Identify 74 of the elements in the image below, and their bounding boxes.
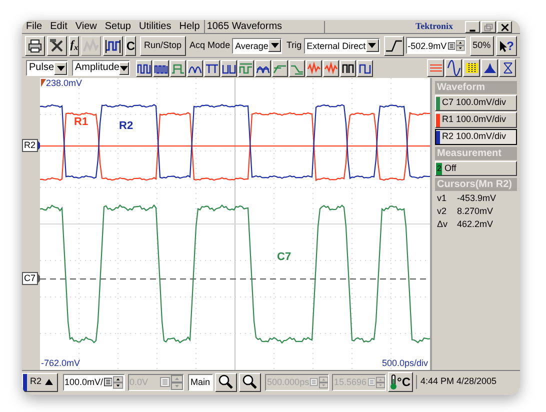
timebase-label: 500.0ps/div xyxy=(382,358,428,369)
dropdown-arrow-icon[interactable] xyxy=(56,66,64,70)
menu-item[interactable]: Help xyxy=(175,20,204,34)
help-button[interactable]: ? xyxy=(496,36,517,56)
select-value: External Direct xyxy=(306,40,366,52)
close-icon[interactable] xyxy=(498,20,511,32)
section-header: Cursors(Mn R2) xyxy=(435,178,517,191)
keypad-icon[interactable] xyxy=(448,40,455,50)
keypad-icon[interactable] xyxy=(104,377,112,387)
select-value: Pulse xyxy=(29,61,54,75)
menu-item[interactable]: Edit xyxy=(46,20,72,34)
color-bar xyxy=(23,374,27,390)
field-value: -502.9mV xyxy=(406,40,447,52)
menu-item[interactable]: View xyxy=(71,20,101,34)
trace-label: C7 xyxy=(277,251,292,263)
cursor-name: Δv xyxy=(437,218,449,230)
waveform-button[interactable]: C7 100.0mV/div xyxy=(435,95,517,111)
acq-mode-label: Acq Mode xyxy=(190,38,230,52)
dropdown-arrow-icon[interactable] xyxy=(368,43,376,48)
dropdown-arrow-icon[interactable] xyxy=(120,66,128,70)
trigger-label: Trig xyxy=(286,38,302,52)
sine-wave-icon[interactable] xyxy=(446,60,460,76)
rising-edge-icon[interactable] xyxy=(384,38,403,52)
section-header: Measurement xyxy=(435,147,517,160)
menu-item[interactable]: File xyxy=(22,20,46,34)
field-value: 100.0mV/ xyxy=(64,376,104,389)
temperature-button[interactable]: °C xyxy=(388,372,412,392)
cursor-markers-icon[interactable] xyxy=(500,60,514,76)
help-glyph: ? xyxy=(506,38,514,54)
cursor-name: v2 xyxy=(437,205,448,217)
channel-marker[interactable]: C7 xyxy=(22,272,38,285)
printer-icon[interactable] xyxy=(26,36,44,54)
math-button[interactable]: f$_{x}$ xyxy=(69,36,80,56)
channel-marker[interactable]: R2 xyxy=(22,139,38,152)
clock-text: 4:44 PM 4/28/2005 xyxy=(416,375,497,389)
channel-button[interactable]: C xyxy=(125,36,136,56)
cursor-value: -453.9mV xyxy=(457,192,496,204)
measurement-badge: 2 xyxy=(436,162,442,174)
pointer-icon xyxy=(498,40,507,52)
measurement-button[interactable]: 2 Off xyxy=(435,161,517,176)
up-arrow-icon xyxy=(44,379,53,385)
section-header: Waveform xyxy=(435,81,517,94)
trigger-level-field[interactable]: -502.9mV xyxy=(406,37,466,54)
select-value: Amplitude xyxy=(75,61,120,75)
menu-item[interactable]: Setup xyxy=(100,20,135,34)
bottom-reference-label: -762.0mV xyxy=(41,358,80,369)
spin-buttons-icon[interactable] xyxy=(113,374,124,390)
run-stop-button[interactable]: Run/Stop xyxy=(140,36,186,56)
thermometer-icon xyxy=(390,374,398,390)
dropdown-arrow-icon[interactable] xyxy=(270,43,279,48)
waveform-button[interactable]: R2 100.0mV/div xyxy=(435,129,517,145)
timebase-mode-field[interactable]: Main xyxy=(188,374,214,390)
magnifier-icon[interactable] xyxy=(218,374,234,390)
cursor-name: v1 xyxy=(437,192,448,204)
brand-logo: Tektronix xyxy=(415,20,453,33)
scale-field[interactable]: 100.0mV/ xyxy=(62,374,125,390)
top-reference-label: 238.0mV xyxy=(46,78,82,89)
measurement-type-select[interactable]: Pulse xyxy=(26,60,68,76)
select-value: Average xyxy=(235,40,268,52)
waveform-button[interactable]: R1 100.0mV/div xyxy=(435,112,517,128)
set-50-percent-button[interactable]: 50% xyxy=(470,36,494,56)
grid-icon[interactable] xyxy=(464,60,478,76)
cursor-value: 462.2mV xyxy=(457,218,494,230)
trace-label: R1 xyxy=(74,116,88,128)
trace-label: R2 xyxy=(119,120,134,132)
menu-item[interactable]: Utilities xyxy=(135,20,176,34)
source-button[interactable]: R2 xyxy=(22,372,58,392)
spin-buttons-icon[interactable] xyxy=(456,38,465,53)
acquisition-status: 1065 Waveforms xyxy=(204,20,324,33)
cursor-value: 8.270mV xyxy=(457,205,494,217)
acq-mode-select[interactable]: Average xyxy=(232,38,282,54)
trigger-source-select[interactable]: External Direct xyxy=(304,38,380,54)
measurement-select[interactable]: Amplitude xyxy=(72,60,130,76)
magnifier-icon[interactable] xyxy=(242,374,258,390)
